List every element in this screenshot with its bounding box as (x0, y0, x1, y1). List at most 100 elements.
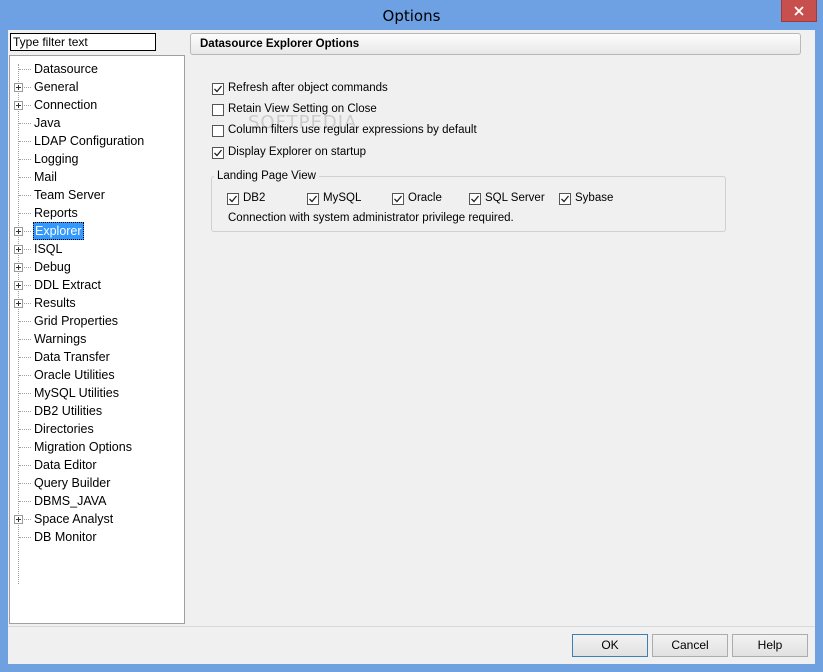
tree-item-reports[interactable]: Reports (10, 204, 180, 222)
tree-item-label: Logging (34, 152, 79, 166)
tree-item-general[interactable]: General (10, 78, 180, 96)
tree-item-dbms-java[interactable]: DBMS_JAVA (10, 492, 180, 510)
tree-item-label: MySQL Utilities (34, 386, 119, 400)
tree-item-query-builder[interactable]: Query Builder (10, 474, 180, 492)
tree-item-db-monitor[interactable]: DB Monitor (10, 528, 180, 546)
close-icon (794, 5, 804, 16)
tree-item-label: Directories (34, 422, 94, 436)
checkbox-label: Retain View Setting on Close (228, 103, 377, 115)
help-button[interactable]: Help (732, 634, 808, 657)
checkbox-box[interactable] (212, 83, 224, 95)
checkbox-box[interactable] (227, 193, 239, 205)
tree-item-warnings[interactable]: Warnings (10, 330, 180, 348)
tree-item-label: Query Builder (34, 476, 111, 490)
tree-item-results[interactable]: Results (10, 294, 180, 312)
tree-item-java[interactable]: Java (10, 114, 180, 132)
checkbox-box[interactable] (469, 193, 481, 205)
expand-icon[interactable] (14, 263, 23, 272)
checkbox-label: Oracle (408, 192, 442, 204)
tree-item-directories[interactable]: Directories (10, 420, 180, 438)
tree-item-logging[interactable]: Logging (10, 150, 180, 168)
expand-icon[interactable] (14, 83, 23, 92)
expand-icon[interactable] (14, 515, 23, 524)
tree-item-connection[interactable]: Connection (10, 96, 180, 114)
check-icon (229, 195, 238, 203)
tree-item-label: Oracle Utilities (34, 368, 115, 382)
privilege-note: Connection with system administrator pri… (228, 212, 514, 224)
tree-item-migration-options[interactable]: Migration Options (10, 438, 180, 456)
tree-item-ddl-extract[interactable]: DDL Extract (10, 276, 180, 294)
checkbox-label: Column filters use regular expressions b… (228, 124, 477, 136)
tree-item-label: Datasource (34, 62, 98, 76)
tree-item-label: Space Analyst (34, 512, 114, 526)
tree-item-label: DB2 Utilities (34, 404, 103, 418)
close-button[interactable] (781, 0, 817, 22)
options-tree[interactable]: Datasource General Connection Java LDAP … (9, 55, 185, 624)
tree-item-label: General (34, 80, 79, 94)
landing-page-view-legend: Landing Page View (214, 170, 319, 182)
tree-item-label: Data Transfer (34, 350, 110, 364)
options-header: Datasource Explorer Options (190, 33, 801, 55)
expand-icon[interactable] (14, 227, 23, 236)
tree-item-ldap-configuration[interactable]: LDAP Configuration (10, 132, 180, 150)
checkbox-label: SQL Server (485, 192, 545, 204)
window-title: Options (382, 7, 441, 25)
check-icon (214, 85, 223, 93)
tree-item-datasource[interactable]: Datasource (10, 60, 180, 78)
tree-item-label: Warnings (34, 332, 87, 346)
checkbox-label: Refresh after object commands (228, 82, 388, 94)
checkbox-box[interactable] (559, 193, 571, 205)
tree-item-label: Grid Properties (34, 314, 119, 328)
tree-item-label: DB Monitor (34, 530, 97, 544)
check-icon (309, 195, 318, 203)
cancel-button[interactable]: Cancel (652, 634, 728, 657)
filter-input[interactable] (10, 33, 156, 51)
tree-item-label: Data Editor (34, 458, 97, 472)
tree-item-label: Debug (34, 260, 71, 274)
tree-item-explorer[interactable]: Explorer (10, 222, 180, 240)
title-bar[interactable]: Options (0, 0, 823, 30)
tree-item-team-server[interactable]: Team Server (10, 186, 180, 204)
tree-item-label: ISQL (34, 242, 63, 256)
expand-icon[interactable] (14, 245, 23, 254)
tree-item-label: Mail (34, 170, 57, 184)
checkbox-label: MySQL (323, 192, 362, 204)
tree-item-data-transfer[interactable]: Data Transfer (10, 348, 180, 366)
tree-item-mail[interactable]: Mail (10, 168, 180, 186)
tree-item-label: Explorer (33, 222, 84, 240)
checkbox-box[interactable] (307, 193, 319, 205)
checkbox-label: Display Explorer on startup (228, 146, 367, 158)
tree-item-data-editor[interactable]: Data Editor (10, 456, 180, 474)
checkbox-box[interactable] (392, 193, 404, 205)
ok-button[interactable]: OK (572, 634, 648, 657)
check-icon (394, 195, 403, 203)
dialog-body: Datasource General Connection Java LDAP … (8, 30, 815, 664)
options-window: Options Datasource General Connection Ja… (0, 0, 823, 672)
options-header-title: Datasource Explorer Options (200, 38, 360, 50)
expand-icon[interactable] (14, 101, 23, 110)
check-icon (471, 195, 480, 203)
checkbox-box[interactable] (212, 147, 224, 159)
tree-item-grid-properties[interactable]: Grid Properties (10, 312, 180, 330)
tree-item-label: DBMS_JAVA (34, 494, 107, 508)
tree-item-isql[interactable]: ISQL (10, 240, 180, 258)
expand-icon[interactable] (14, 281, 23, 290)
tree-item-label: Java (34, 116, 61, 130)
checkbox-box[interactable] (212, 104, 224, 116)
tree-item-debug[interactable]: Debug (10, 258, 180, 276)
check-icon (214, 149, 223, 157)
tree-item-space-analyst[interactable]: Space Analyst (10, 510, 180, 528)
tree-item-oracle-utilities[interactable]: Oracle Utilities (10, 366, 180, 384)
checkbox-box[interactable] (212, 125, 224, 137)
tree-item-label: Connection (34, 98, 98, 112)
expand-icon[interactable] (14, 299, 23, 308)
tree-item-label: LDAP Configuration (34, 134, 145, 148)
tree-item-db2-utilities[interactable]: DB2 Utilities (10, 402, 180, 420)
tree-item-label: Migration Options (34, 440, 132, 454)
checkbox-label: Sybase (575, 192, 614, 204)
tree-item-mysql-utilities[interactable]: MySQL Utilities (10, 384, 180, 402)
button-bar-divider (8, 626, 815, 627)
tree-item-label: DDL Extract (34, 278, 101, 292)
checkbox-label: DB2 (243, 192, 266, 204)
tree-item-label: Team Server (34, 188, 105, 202)
